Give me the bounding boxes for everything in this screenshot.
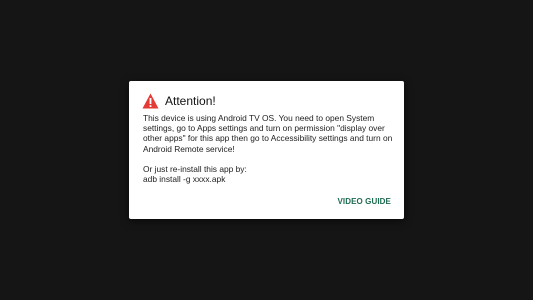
dialog-actions: VIDEO GUIDE [337, 191, 391, 209]
attention-dialog: Attention! This device is using Android … [129, 81, 404, 219]
screen-background: Attention! This device is using Android … [0, 0, 533, 300]
dialog-header: Attention! [142, 92, 216, 110]
dialog-title: Attention! [165, 94, 216, 108]
dialog-message: This device is using Android TV OS. You … [143, 113, 395, 184]
message-paragraph-2: Or just re-install this app by: adb inst… [143, 164, 395, 184]
adb-command: adb install -g xxxx.apk [143, 174, 226, 185]
video-guide-button[interactable]: VIDEO GUIDE [337, 197, 391, 206]
message-paragraph-1: This device is using Android TV OS. You … [143, 113, 393, 154]
warning-icon [142, 93, 159, 109]
reinstall-hint: Or just re-install this app by: [143, 163, 247, 174]
